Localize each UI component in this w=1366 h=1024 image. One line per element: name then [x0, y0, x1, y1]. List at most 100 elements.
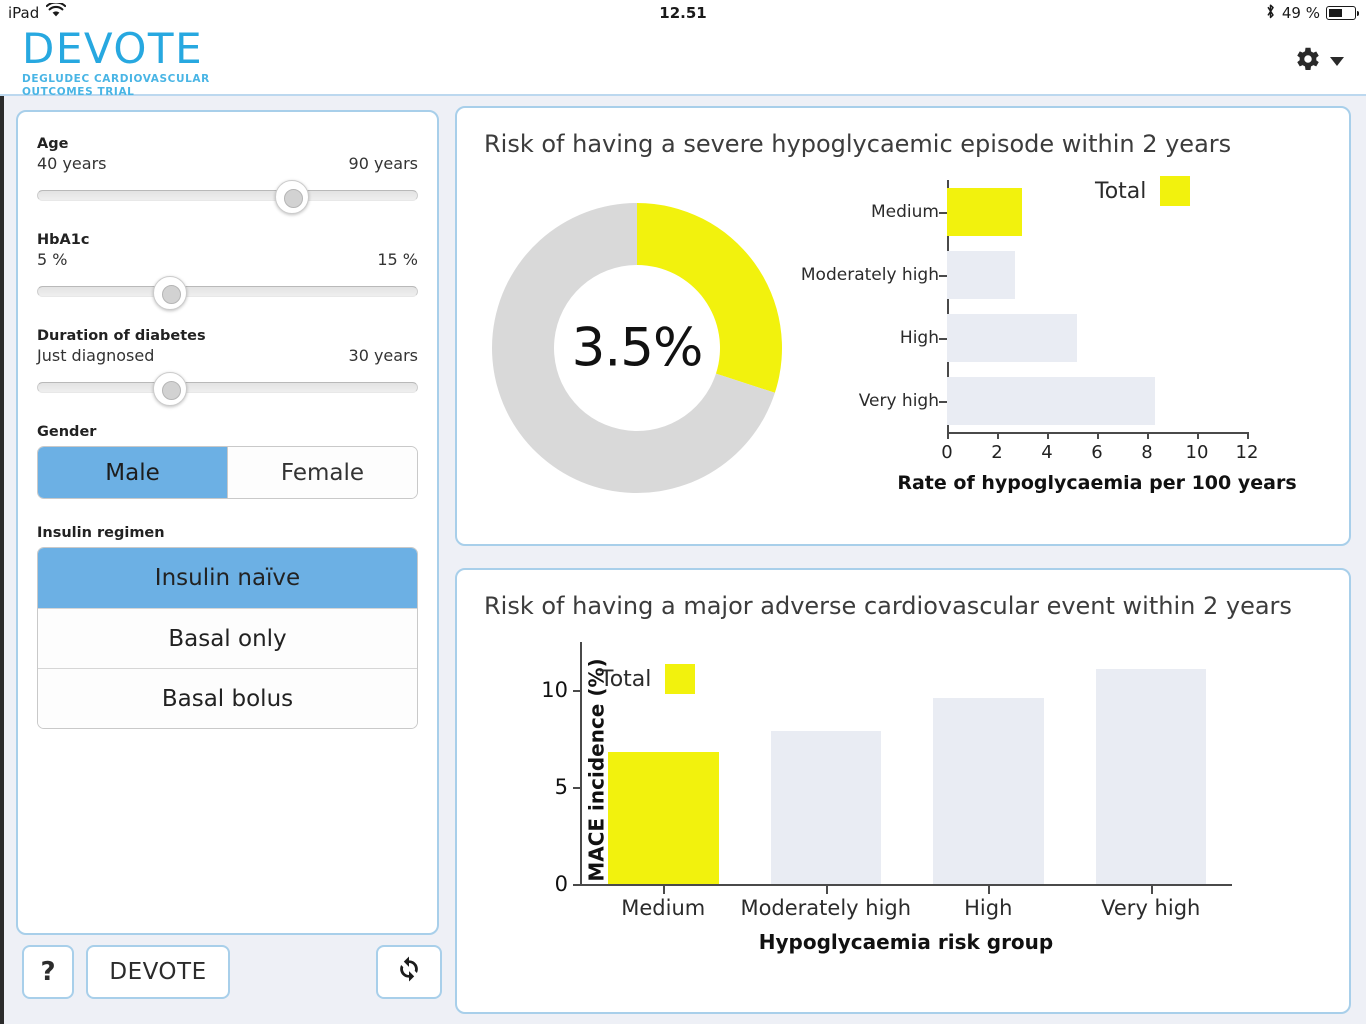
- screen-left-edge: [0, 26, 4, 1024]
- control-group-insulin-regimen: Insulin regimen Insulin naïve Basal only…: [37, 525, 418, 729]
- vbar-y-tick: [573, 690, 582, 693]
- gender-segmented-control[interactable]: Male Female: [37, 446, 418, 499]
- vbar-x-tick: [825, 886, 828, 894]
- insulin-option-basal-bolus[interactable]: Basal bolus: [38, 668, 417, 728]
- hba1c-label: HbA1c: [37, 232, 90, 248]
- hba1c-range-labels: 5 % 15 %: [37, 250, 418, 269]
- settings-menu-button[interactable]: [1292, 44, 1344, 78]
- gear-icon[interactable]: [1292, 44, 1322, 78]
- hypoglycaemia-rate-bar-chart: Total Medium Moderately high High Very high…: [801, 176, 1327, 506]
- app-header: DEVOTE DEGLUDEC CARDIOVASCULAR OUTCOMES …: [0, 26, 1366, 99]
- hbar-bar: [947, 250, 1015, 299]
- hbar-category-label: Very high: [858, 390, 939, 411]
- hbar-x-axis-title: Rate of hypoglycaemia per 100 years: [897, 472, 1297, 494]
- refresh-button[interactable]: [376, 945, 442, 999]
- insulin-option-naive[interactable]: Insulin naïve: [38, 548, 417, 608]
- ios-status-bar: iPad 12.51 49 %: [0, 0, 1366, 26]
- hbar-x-tick-label: 0: [941, 442, 953, 463]
- vbar-bar: [933, 698, 1044, 884]
- vbar-y-tick-label: 0: [554, 872, 568, 896]
- mace-x-axis-line: [580, 884, 1232, 886]
- hbar-bar: [947, 376, 1155, 425]
- hypoglycaemia-panel: Risk of having a severe hypoglycaemic ep…: [455, 106, 1351, 546]
- control-group-gender: Gender Male Female: [37, 424, 418, 499]
- hbar-row: Very high: [859, 376, 1247, 425]
- duration-range-labels: Just diagnosed 30 years: [37, 346, 418, 365]
- action-bar: ? DEVOTE: [16, 945, 446, 1007]
- hbar-category-label: Moderately high: [800, 264, 939, 285]
- controls-column: Age 40 years 90 years HbA1c 5 % 15 % Dur…: [5, 100, 450, 1020]
- hba1c-slider-track[interactable]: [37, 286, 418, 297]
- hbar-x-tick: [1047, 432, 1049, 439]
- insulin-regimen-label: Insulin regimen: [37, 525, 165, 541]
- status-bar-right: 49 %: [1265, 3, 1359, 23]
- duration-slider-track[interactable]: [37, 382, 418, 393]
- age-label: Age: [37, 136, 69, 152]
- hbar-y-tick: [939, 400, 947, 403]
- vbar-x-tick-label: Moderately high: [740, 896, 912, 920]
- hbar-x-tick: [1097, 432, 1099, 439]
- app-root: iPad 12.51 49 % DEVOTE DEGLUDEC CARDIOVA…: [0, 0, 1366, 1024]
- gender-option-male[interactable]: Male: [38, 447, 227, 498]
- gender-label: Gender: [37, 424, 97, 440]
- vbar-y-tick-label: 5: [554, 775, 568, 800]
- hbar-bar: [947, 313, 1077, 362]
- hbar-y-tick: [939, 211, 947, 214]
- vbar-y-tick: [573, 787, 582, 790]
- hbar-x-tick: [1197, 432, 1199, 439]
- duration-max-label: 30 years: [348, 346, 418, 365]
- vbar-bar: [1095, 669, 1206, 884]
- brand-logo: DEVOTE DEGLUDEC CARDIOVASCULAR OUTCOMES …: [22, 28, 210, 99]
- hba1c-min-label: 5 %: [37, 250, 68, 269]
- vbar-legend-label: Total: [600, 666, 652, 692]
- duration-slider-thumb[interactable]: [153, 372, 188, 406]
- vbar-legend-swatch: [665, 664, 696, 694]
- brand-subtitle-line1: DEGLUDEC CARDIOVASCULAR: [22, 73, 210, 85]
- hba1c-slider-thumb[interactable]: [153, 276, 188, 310]
- hbar-y-tick: [939, 337, 947, 340]
- vbar-legend: Total: [600, 664, 696, 694]
- hbar-x-tick-label: 6: [1091, 442, 1103, 463]
- vbar-x-tick-label: Medium: [621, 896, 706, 920]
- hba1c-slider[interactable]: [37, 276, 418, 310]
- mace-bar-chart: MACE incidence (%) Total Medium Moderatel…: [497, 642, 1317, 972]
- control-group-duration: Duration of diabetes Just diagnosed 30 y…: [37, 328, 418, 406]
- hbar-category-label: High: [899, 327, 939, 348]
- age-slider[interactable]: [37, 180, 418, 214]
- bluetooth-icon: [1265, 3, 1276, 23]
- hbar-x-tick-label: 4: [1041, 442, 1053, 463]
- refresh-icon[interactable]: [393, 953, 425, 991]
- age-slider-thumb[interactable]: [275, 180, 310, 214]
- hypoglycaemia-donut-chart: 3.5%: [487, 198, 787, 498]
- chevron-down-icon[interactable]: [1330, 56, 1344, 66]
- vbar-y-tick-label: 10: [541, 678, 568, 703]
- age-slider-track[interactable]: [37, 190, 418, 201]
- hbar-row: Medium: [871, 187, 1247, 236]
- hbar-bar: [947, 187, 1022, 236]
- insulin-option-basal-only[interactable]: Basal only: [38, 608, 417, 668]
- mace-plot-area: Total Medium Moderately high High Very high…: [541, 642, 1232, 920]
- vbar-x-tick-label: High: [964, 896, 1013, 920]
- insulin-regimen-listbox[interactable]: Insulin naïve Basal only Basal bolus: [37, 547, 418, 729]
- devote-button[interactable]: DEVOTE: [86, 945, 230, 999]
- brand-title: DEVOTE: [22, 24, 204, 73]
- age-range-labels: 40 years 90 years: [37, 154, 418, 173]
- patient-parameters-panel: Age 40 years 90 years HbA1c 5 % 15 % Dur…: [16, 110, 439, 935]
- help-button[interactable]: ?: [22, 945, 74, 999]
- hbar-x-tick-label: 2: [991, 442, 1003, 463]
- age-max-label: 90 years: [348, 154, 418, 173]
- gender-option-female[interactable]: Female: [227, 447, 417, 498]
- hbar-x-tick: [947, 432, 949, 439]
- hbar-x-tick: [1247, 432, 1249, 439]
- vbar-x-tick-label: Very high: [1101, 896, 1201, 920]
- battery-percent-label: 49 %: [1281, 4, 1320, 22]
- mace-panel: Risk of having a major adverse cardiovas…: [455, 568, 1351, 1014]
- vbar-x-tick: [1150, 886, 1153, 894]
- status-bar-clock: 12.51: [659, 4, 707, 22]
- duration-slider[interactable]: [37, 372, 418, 406]
- duration-min-label: Just diagnosed: [37, 346, 155, 365]
- vbar-x-tick: [988, 886, 991, 894]
- battery-icon: [1326, 6, 1359, 20]
- hbar-x-tick-label: 8: [1141, 442, 1153, 463]
- hbar-x-tick-label: 10: [1185, 442, 1209, 463]
